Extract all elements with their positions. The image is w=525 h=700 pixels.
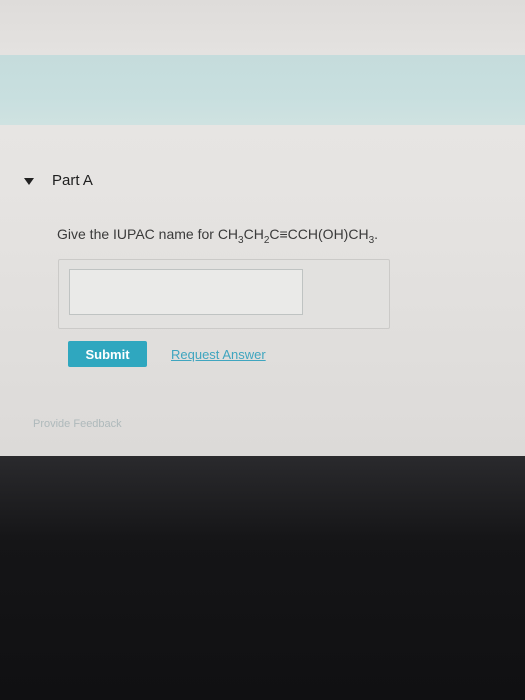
formula-ch2: CH — [243, 226, 264, 242]
formula-period: . — [374, 226, 379, 242]
monitor-bezel — [0, 456, 525, 700]
answer-container — [58, 259, 390, 329]
request-answer-link[interactable]: Request Answer — [171, 347, 266, 362]
header-band — [0, 55, 525, 125]
submit-button[interactable]: Submit — [68, 341, 147, 367]
screen-area: Part A Give the IUPAC name for CH3CH2C≡C… — [0, 0, 525, 456]
question-prefix: Give the IUPAC name for — [57, 226, 218, 242]
answer-input[interactable] — [69, 269, 303, 315]
formula-ch3: CH — [217, 226, 239, 242]
question-text: Give the IUPAC name for CH3CH2C≡CCH(OH)C… — [57, 226, 378, 246]
part-title: Part A — [52, 172, 93, 189]
caret-down-icon[interactable] — [24, 178, 34, 185]
provide-feedback-link[interactable]: Provide Feedback — [33, 418, 122, 430]
top-strip — [0, 0, 525, 55]
formula-rest: C≡CCH(OH)CH — [269, 226, 369, 242]
part-a-header[interactable]: Part A — [24, 172, 93, 189]
